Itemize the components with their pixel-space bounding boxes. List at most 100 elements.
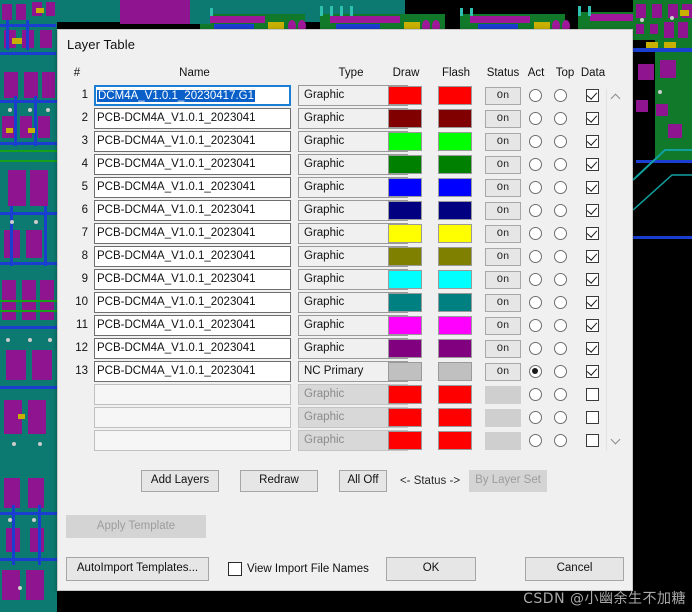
top-radio[interactable] [554,135,567,148]
top-radio[interactable] [554,434,567,447]
data-checkbox[interactable] [586,434,599,447]
layer-name-input[interactable]: PCB-DCM4A_V1.0.1_2023041 [94,315,291,336]
status-toggle-button[interactable]: On [485,133,521,151]
top-radio[interactable] [554,112,567,125]
act-radio[interactable] [529,135,542,148]
act-radio[interactable] [529,273,542,286]
draw-color-swatch[interactable] [388,293,422,312]
status-toggle-button[interactable]: On [485,179,521,197]
draw-color-swatch[interactable] [388,224,422,243]
flash-color-swatch[interactable] [438,339,472,358]
draw-color-swatch[interactable] [388,178,422,197]
status-toggle-button[interactable]: On [485,87,521,105]
top-radio[interactable] [554,158,567,171]
add-layers-button[interactable]: Add Layers [141,470,219,492]
flash-color-swatch[interactable] [438,362,472,381]
draw-color-swatch[interactable] [388,86,422,105]
data-checkbox[interactable] [586,112,599,125]
flash-color-swatch[interactable] [438,431,472,450]
data-checkbox[interactable] [586,273,599,286]
ok-button[interactable]: OK [386,557,476,581]
flash-color-swatch[interactable] [438,270,472,289]
layer-name-input[interactable]: PCB-DCM4A_V1.0.1_2023041 [94,108,291,129]
status-toggle-button[interactable]: On [485,248,521,266]
scroll-down-icon[interactable] [607,434,624,451]
flash-color-swatch[interactable] [438,247,472,266]
data-checkbox[interactable] [586,411,599,424]
act-radio[interactable] [529,411,542,424]
act-radio[interactable] [529,434,542,447]
status-toggle-button[interactable]: On [485,202,521,220]
draw-color-swatch[interactable] [388,339,422,358]
redraw-button[interactable]: Redraw [240,470,318,492]
top-radio[interactable] [554,204,567,217]
layer-name-input[interactable]: PCB-DCM4A_V1.0.1_2023041 [94,361,291,382]
act-radio[interactable] [529,158,542,171]
top-radio[interactable] [554,388,567,401]
flash-color-swatch[interactable] [438,86,472,105]
act-radio[interactable] [529,227,542,240]
by-layer-set-button[interactable]: By Layer Set [469,470,547,492]
layer-name-input[interactable]: PCB-DCM4A_V1.0.1_2023041 [94,177,291,198]
status-toggle-button[interactable]: On [485,225,521,243]
checkbox-box-icon[interactable] [228,562,242,576]
layer-name-input[interactable]: PCB-DCM4A_V1.0.1_2023041 [94,131,291,152]
layer-name-input[interactable]: PCB-DCM4A_V1.0.1_2023041 [94,246,291,267]
apply-template-button[interactable]: Apply Template [66,515,206,538]
top-radio[interactable] [554,273,567,286]
top-radio[interactable] [554,181,567,194]
act-radio[interactable] [529,204,542,217]
layer-name-input[interactable]: PCB-DCM4A_V1.0.1_2023041 [94,338,291,359]
act-radio[interactable] [529,319,542,332]
view-import-file-names-checkbox[interactable]: View Import File Names [228,562,369,576]
act-radio[interactable] [529,342,542,355]
data-checkbox[interactable] [586,89,599,102]
status-toggle-button[interactable] [485,432,521,450]
draw-color-swatch[interactable] [388,431,422,450]
status-toggle-button[interactable]: On [485,110,521,128]
status-toggle-button[interactable]: On [485,271,521,289]
layer-name-input[interactable]: PCB-DCM4A_V1.0.1_2023041 [94,223,291,244]
scroll-up-icon[interactable] [607,89,624,106]
draw-color-swatch[interactable] [388,247,422,266]
act-radio[interactable] [529,296,542,309]
draw-color-swatch[interactable] [388,316,422,335]
draw-color-swatch[interactable] [388,385,422,404]
top-radio[interactable] [554,250,567,263]
status-toggle-button[interactable]: On [485,317,521,335]
status-toggle-button[interactable] [485,409,521,427]
layer-name-input[interactable]: DCM4A_V1.0.1_20230417.G1 [94,85,291,106]
status-toggle-button[interactable]: On [485,294,521,312]
top-radio[interactable] [554,296,567,309]
cancel-button[interactable]: Cancel [525,557,624,581]
top-radio[interactable] [554,319,567,332]
status-toggle-button[interactable]: On [485,363,521,381]
draw-color-swatch[interactable] [388,408,422,427]
data-checkbox[interactable] [586,342,599,355]
flash-color-swatch[interactable] [438,316,472,335]
data-checkbox[interactable] [586,388,599,401]
layer-name-input[interactable]: PCB-DCM4A_V1.0.1_2023041 [94,292,291,313]
act-radio[interactable] [529,89,542,102]
act-radio[interactable] [529,181,542,194]
top-radio[interactable] [554,365,567,378]
flash-color-swatch[interactable] [438,293,472,312]
draw-color-swatch[interactable] [388,201,422,220]
flash-color-swatch[interactable] [438,385,472,404]
data-checkbox[interactable] [586,296,599,309]
status-toggle-button[interactable] [485,386,521,404]
draw-color-swatch[interactable] [388,155,422,174]
flash-color-swatch[interactable] [438,224,472,243]
top-radio[interactable] [554,342,567,355]
data-checkbox[interactable] [586,227,599,240]
top-radio[interactable] [554,411,567,424]
act-radio[interactable] [529,388,542,401]
top-radio[interactable] [554,227,567,240]
layer-name-input[interactable] [94,384,291,405]
act-radio[interactable] [529,365,542,378]
flash-color-swatch[interactable] [438,155,472,174]
flash-color-swatch[interactable] [438,408,472,427]
layer-name-input[interactable] [94,430,291,451]
all-off-button[interactable]: All Off [339,470,387,492]
data-checkbox[interactable] [586,319,599,332]
